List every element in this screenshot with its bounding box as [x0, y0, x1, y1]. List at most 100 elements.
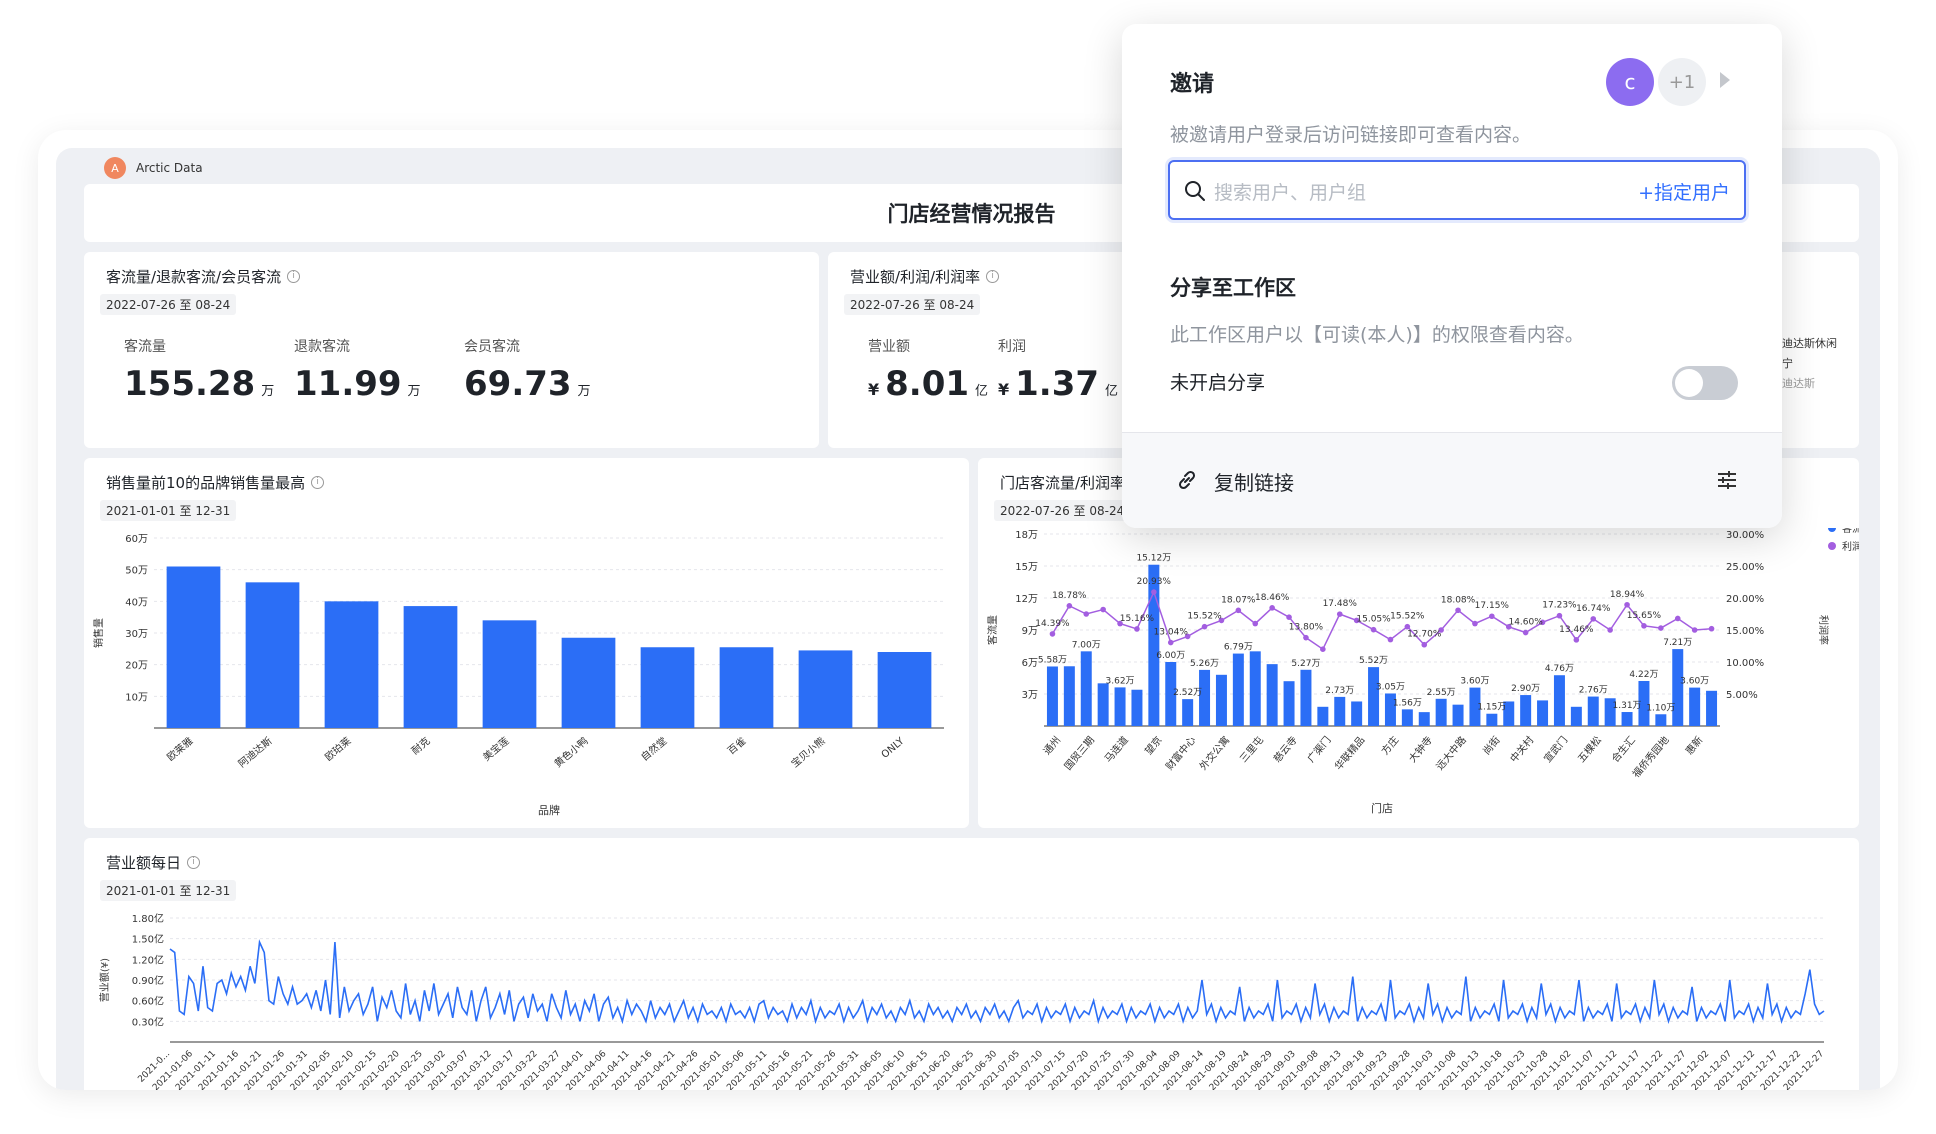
profit-data-label: 15.52% — [1187, 612, 1222, 622]
share-status-label: 未开启分享 — [1170, 372, 1266, 394]
profit-point — [1151, 589, 1157, 595]
bar-data-label: 2.73万 — [1325, 686, 1354, 696]
kpi-number: 8.01 — [885, 364, 970, 404]
bar-data-label: 3.60万 — [1460, 677, 1489, 687]
x-tick-label: 黄色小鸭 — [551, 734, 590, 770]
card-title: 门店客流量/利润率 — [1000, 472, 1125, 493]
bar — [1131, 689, 1143, 726]
bar — [166, 566, 221, 728]
kpi-value: 11.99 万 — [294, 364, 421, 404]
profit-point — [1590, 616, 1597, 622]
kpi-unit: 万 — [577, 384, 591, 399]
info-icon[interactable]: i — [311, 476, 325, 489]
more-users-badge[interactable]: +1 — [1658, 58, 1706, 106]
x-tick-label: 大钟寺 — [1406, 734, 1435, 765]
profit-point — [1573, 637, 1580, 643]
bar — [1148, 564, 1160, 726]
kpi-value: ¥8.01 亿 — [868, 364, 988, 404]
kpi-unit: 万 — [407, 384, 421, 399]
kpi-value: 155.28 万 — [124, 364, 274, 404]
kpi-number: 155.28 — [124, 364, 256, 404]
y-tick-label: 1.20亿 — [132, 953, 164, 966]
y-tick-label: 3万 — [1022, 690, 1038, 701]
bar — [1368, 667, 1380, 726]
bar-data-label: 1.10万 — [1646, 703, 1675, 713]
x-tick-label: 外交公寓 — [1197, 734, 1233, 773]
bar — [640, 647, 695, 728]
settings-sliders-icon[interactable] — [1716, 469, 1738, 491]
profit-point — [1049, 631, 1056, 637]
bar-data-label: 1.15万 — [1477, 703, 1506, 713]
assign-user-button[interactable]: +指定用户 — [1638, 178, 1730, 205]
y2-tick-label: 5.00% — [1726, 690, 1758, 701]
info-icon[interactable]: i — [986, 270, 1000, 283]
bar — [1520, 695, 1532, 726]
kpi-label: 营业额 — [868, 339, 910, 355]
kpi-unit: 亿 — [1105, 384, 1119, 399]
brand-sales-chart: 10万 20万 30万 40万 50万 60万欧莱雅 阿迪达斯 欧珀莱 耐克 美宝莲 黄色小鸭 自然堂… — [92, 534, 944, 817]
card-title-text: 门店客流量/利润率 — [1000, 474, 1126, 492]
kpi-number: 69.73 — [464, 364, 572, 404]
profit-data-label: 20.93% — [1137, 577, 1172, 587]
bar — [1452, 704, 1464, 726]
date-range: 2022-07-26 至 08-24 — [994, 500, 1131, 521]
copy-link-button[interactable]: 复制链接 — [1214, 467, 1294, 496]
profit-data-label: 15.16% — [1120, 614, 1155, 624]
card-title: 销售量前10的品牌销售量最高 i — [106, 472, 325, 493]
kpi-number: 1.37 — [1015, 364, 1100, 404]
app-logo: A — [104, 157, 126, 179]
x-tick-label: 望京 — [1142, 734, 1165, 758]
kpi-value: ¥1.37 亿 — [998, 364, 1118, 404]
info-icon[interactable]: i — [187, 856, 201, 869]
x-tick-label: 财富中心 — [1163, 734, 1199, 773]
profit-point — [1066, 603, 1073, 609]
bar-data-label: 2.90万 — [1511, 684, 1540, 694]
x-tick-label: 远大中路 — [1433, 734, 1469, 773]
bar-data-label: 7.00万 — [1072, 640, 1101, 650]
partial-text: 宁 — [1782, 357, 1793, 370]
bar — [1300, 669, 1312, 726]
y-axis-label: 销售量 — [92, 618, 105, 648]
profit-point — [1286, 614, 1292, 620]
x-tick-label: 广渠门 — [1304, 734, 1333, 765]
x-tick-label: 马连道 — [1102, 734, 1131, 765]
bar — [245, 582, 300, 728]
bar — [403, 606, 458, 728]
popover-footer: 复制链接 — [1122, 432, 1782, 528]
x-tick-label: 阿迪达斯 — [235, 734, 274, 770]
bar — [877, 652, 932, 728]
search-placeholder: 搜索用户、用户组 — [1214, 182, 1367, 204]
profit-point — [1167, 639, 1174, 646]
y-tick-label: 30万 — [125, 629, 148, 640]
x-tick-label: 华联精品 — [1332, 734, 1368, 773]
kpi-label: 利润 — [998, 339, 1026, 355]
kpi-label: 退款客流 — [294, 339, 350, 355]
info-icon[interactable]: i — [287, 270, 301, 283]
bar — [1570, 706, 1582, 726]
x-axis-label: 品牌 — [538, 803, 560, 817]
y-tick-label: 40万 — [125, 597, 148, 608]
expand-caret-icon[interactable] — [1720, 72, 1730, 88]
store-traffic-chart: 3万6万9万12万15万18万5.00%10.00%15.00%20.00%25… — [986, 528, 1859, 815]
y2-tick-label: 15.00% — [1726, 626, 1764, 637]
bar-data-label: 5.58万 — [1038, 655, 1067, 665]
profit-point — [1201, 623, 1208, 630]
share-toggle[interactable] — [1672, 366, 1738, 400]
profit-point — [1303, 634, 1309, 641]
profit-point — [1370, 626, 1377, 633]
card-title: 营业额每日 i — [106, 852, 201, 873]
x-tick-label: 国贸三期 — [1062, 734, 1097, 772]
profit-point — [1522, 629, 1529, 636]
x-tick-label: 百雀 — [725, 735, 748, 757]
avatar[interactable]: c — [1606, 58, 1654, 106]
bar-data-label: 5.26万 — [1190, 659, 1219, 669]
y-tick-label: 0.30亿 — [132, 1015, 164, 1028]
user-search-input[interactable]: 搜索用户、用户组 +指定用户 — [1168, 160, 1746, 220]
bar — [1232, 653, 1244, 726]
x-tick-label: 欧莱雅 — [164, 734, 195, 763]
kpi-card-traffic: 客流量/退款客流/会员客流 i 2022-07-26 至 08-24 客流量 15… — [84, 252, 819, 448]
y-axis-label: 客流量 — [986, 615, 999, 645]
y-tick-label: 20万 — [125, 661, 148, 672]
y-tick-label: 0.90亿 — [132, 974, 164, 987]
profit-point — [1691, 627, 1698, 633]
